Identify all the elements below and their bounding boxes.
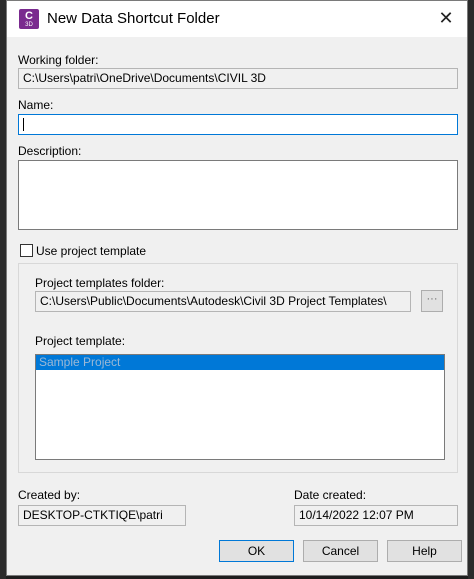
- project-templates-folder-field: C:\Users\Public\Documents\Autodesk\Civil…: [35, 291, 411, 312]
- working-folder-label: Working folder:: [18, 53, 99, 67]
- civil3d-app-icon: C 3D: [19, 9, 39, 29]
- name-label: Name:: [18, 98, 54, 112]
- created-by-label: Created by:: [18, 488, 81, 502]
- project-template-label: Project template:: [35, 334, 126, 348]
- browse-ellipsis-icon[interactable]: ···: [421, 290, 443, 312]
- ok-button[interactable]: OK: [219, 540, 294, 562]
- project-template-list[interactable]: Sample Project: [35, 354, 445, 460]
- close-icon[interactable]: ✕: [433, 7, 459, 31]
- dialog-title: New Data Shortcut Folder: [47, 10, 220, 27]
- app-icon-sub: 3D: [25, 22, 33, 28]
- description-label: Description:: [18, 144, 82, 158]
- use-project-template-checkbox[interactable]: [20, 244, 33, 257]
- new-data-shortcut-folder-dialog: C 3D New Data Shortcut Folder ✕ Working …: [6, 0, 468, 576]
- help-button[interactable]: Help: [387, 540, 462, 562]
- cancel-button[interactable]: Cancel: [303, 540, 378, 562]
- name-input[interactable]: [18, 114, 458, 135]
- background-right: [468, 0, 474, 579]
- list-item[interactable]: Sample Project: [36, 355, 444, 370]
- date-created-label: Date created:: [294, 488, 367, 502]
- description-input[interactable]: [18, 160, 458, 230]
- project-templates-folder-label: Project templates folder:: [35, 276, 165, 290]
- text-caret: [23, 118, 24, 132]
- use-project-template-label[interactable]: Use project template: [36, 244, 146, 258]
- title-bar: C 3D New Data Shortcut Folder ✕: [7, 1, 467, 37]
- working-folder-field: C:\Users\patri\OneDrive\Documents\CIVIL …: [18, 68, 458, 89]
- date-created-field: 10/14/2022 12:07 PM: [294, 505, 458, 526]
- app-icon-letter: C: [25, 10, 33, 22]
- created-by-field: DESKTOP-CTKTIQE\patri: [18, 505, 186, 526]
